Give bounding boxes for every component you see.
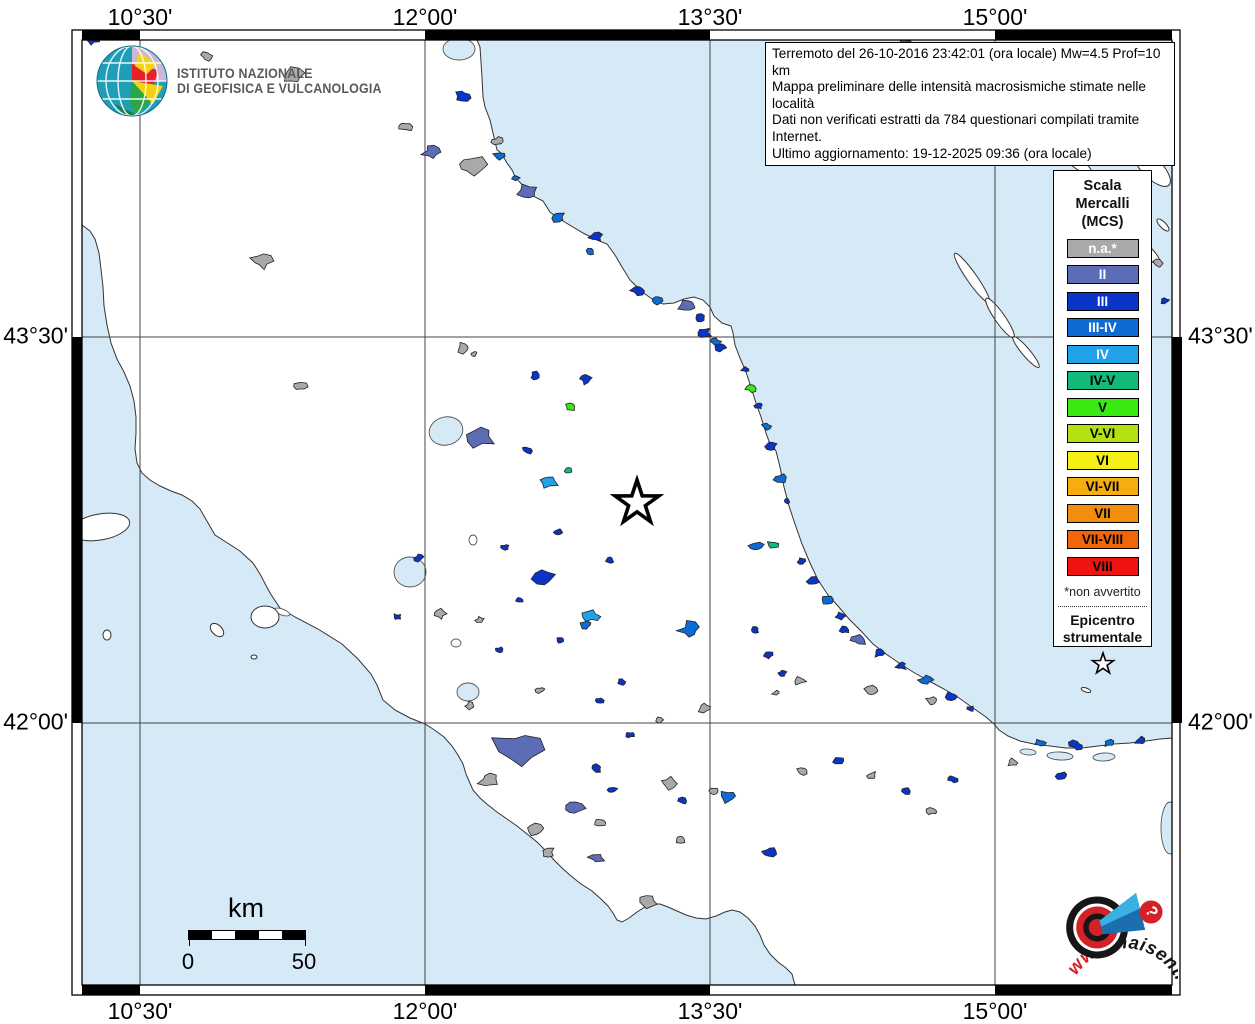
axis-tick-top: 15°00' bbox=[962, 4, 1028, 30]
scale-end-tick bbox=[188, 939, 190, 946]
legend-title-line: Scala bbox=[1083, 178, 1122, 194]
town-marker-na bbox=[293, 382, 309, 390]
axis-tick-bottom: 15°00' bbox=[962, 998, 1028, 1024]
town-marker-III bbox=[530, 370, 540, 381]
frame-band-bottom bbox=[425, 985, 710, 995]
legend-swatch-V: V bbox=[1066, 397, 1139, 417]
legend-epicenter-line: Epicentro bbox=[1070, 611, 1135, 628]
legend-epicenter-line: strumentale bbox=[1062, 628, 1143, 645]
legend-swatch-VIII: VIII bbox=[1066, 556, 1139, 576]
axis-tick-top: 10°30' bbox=[107, 4, 173, 30]
legend-swatch-VII: VII bbox=[1066, 503, 1139, 523]
axis-tick-top: 13°30' bbox=[677, 4, 743, 30]
legend-title: Scala Mercalli (MCS) bbox=[1054, 177, 1151, 231]
frame-band-top bbox=[995, 30, 1172, 40]
legend-footnote: *non avvertito bbox=[1064, 584, 1141, 599]
frame-band-top bbox=[140, 30, 425, 40]
legend-divider bbox=[1058, 605, 1147, 607]
info-line: Ultimo aggiornamento: 19-12-2025 09:36 (… bbox=[772, 145, 1092, 161]
town-marker-na bbox=[542, 847, 555, 858]
frame-band-left bbox=[72, 723, 82, 985]
legend-swatch-n.a.*: n.a.* bbox=[1066, 238, 1139, 258]
scale-end-label: 50 bbox=[291, 949, 317, 974]
town-marker-III bbox=[695, 313, 705, 323]
frame-band-top bbox=[425, 30, 710, 40]
frame-band-bottom bbox=[140, 985, 425, 995]
lake bbox=[468, 534, 478, 546]
axis-tick-bottom: 12°00' bbox=[392, 998, 458, 1024]
town-marker-na bbox=[594, 819, 607, 827]
ingv-logo-block: ISTITUTO NAZIONALE DI GEOFISICA E VULCAN… bbox=[95, 44, 399, 118]
axis-tick-bottom: 13°30' bbox=[677, 998, 743, 1024]
island bbox=[102, 629, 112, 641]
axis-tick-top: 12°00' bbox=[392, 4, 458, 30]
axis-tick-left: 42°00' bbox=[3, 708, 68, 735]
legend-swatch-III: III bbox=[1066, 291, 1139, 311]
intensity-legend: Scala Mercalli (MCS) n.a.* II III III-IV IV IV-… bbox=[1053, 170, 1152, 675]
scale-segment bbox=[235, 931, 259, 939]
axis-tick-right: 42°00' bbox=[1188, 708, 1253, 735]
info-line: Terremoto del 26-10-2016 23:42:01 (ora l… bbox=[772, 46, 1161, 78]
ingv-logo-text: ISTITUTO NAZIONALE DI GEOFISICA E VULCAN… bbox=[177, 66, 382, 97]
frame-band-left bbox=[72, 337, 82, 723]
island bbox=[250, 605, 280, 629]
ingv-line2: DI GEOFISICA E VULCANOLOGIA bbox=[177, 81, 382, 96]
legend-items: n.a.* II III III-IV IV IV-V V V-VI VI VI-VII VII VI… bbox=[1054, 238, 1151, 576]
town-marker-na bbox=[675, 835, 686, 844]
frame-band-top bbox=[710, 30, 995, 40]
legend-swatch-IV: IV bbox=[1066, 344, 1139, 364]
scale-bar-segments bbox=[188, 930, 306, 946]
town-marker-III bbox=[751, 626, 760, 634]
island bbox=[250, 654, 258, 660]
epicenter-legend-star-icon bbox=[1089, 649, 1116, 675]
lake bbox=[393, 556, 427, 588]
legend-epicenter-label: Epicentro strumentale bbox=[1054, 612, 1151, 646]
scale-segment bbox=[212, 931, 236, 939]
axis-tick-left: 43°30' bbox=[3, 322, 68, 349]
frame-band-top bbox=[82, 30, 140, 40]
info-line: Dati non verificati estratti da 784 ques… bbox=[772, 112, 1140, 144]
legend-swatch-VI-VII: VI-VII bbox=[1066, 477, 1139, 496]
scale-start-label: 0 bbox=[181, 949, 195, 974]
scale-segment bbox=[281, 931, 306, 939]
lake bbox=[450, 638, 462, 648]
legend-swatch-VI: VI bbox=[1066, 450, 1139, 470]
legend-swatch-II: II bbox=[1066, 265, 1139, 284]
ingv-line1: ISTITUTO NAZIONALE bbox=[177, 65, 313, 81]
legend-title-line: Mercalli bbox=[1075, 196, 1130, 212]
town-marker-III bbox=[625, 731, 635, 739]
scale-end-tick bbox=[304, 939, 306, 946]
legend-swatch-III-IV: III-IV bbox=[1066, 318, 1139, 337]
legend-swatch-V-VI: V-VI bbox=[1066, 424, 1139, 443]
town-marker-V bbox=[565, 402, 576, 411]
scale-unit-label: km bbox=[228, 893, 264, 923]
hsit-logo-icon: www.haisentitoilterremoto.it ? bbox=[1058, 893, 1211, 1024]
legend-swatch-IV-V: IV-V bbox=[1066, 371, 1139, 390]
lake bbox=[442, 40, 476, 61]
town-marker-na bbox=[398, 122, 414, 131]
haisentitoilterremoto-logo: www.haisentitoilterremoto.it ? bbox=[1028, 851, 1211, 1024]
lake bbox=[456, 682, 480, 702]
earthquake-info-box: Terremoto del 26-10-2016 23:42:01 (ora l… bbox=[765, 42, 1175, 167]
map-scale-bar: km 0 50 bbox=[170, 893, 330, 974]
axis-tick-bottom: 10°30' bbox=[107, 998, 173, 1024]
info-line: Mappa preliminare delle intensità macros… bbox=[772, 79, 1146, 111]
axis-tick-right: 43°30' bbox=[1188, 322, 1253, 349]
scale-segment bbox=[258, 931, 282, 939]
legend-swatch-VII-VIII: VII-VIII bbox=[1066, 530, 1139, 549]
scale-segment bbox=[189, 931, 213, 939]
scale-bar-labels: 0 50 bbox=[170, 949, 330, 974]
ingv-globe-icon bbox=[96, 45, 168, 117]
legend-title-line: (MCS) bbox=[1081, 214, 1124, 230]
frame-band-bottom bbox=[82, 985, 140, 995]
town-marker-III-IV bbox=[821, 595, 834, 605]
frame-band-left bbox=[72, 40, 82, 337]
frame-band-bottom bbox=[710, 985, 995, 995]
macroseismic-map-page: 10°30' 12°00' 13°30' 15°00' 10°30' 12°00' 13°3… bbox=[0, 0, 1255, 1024]
